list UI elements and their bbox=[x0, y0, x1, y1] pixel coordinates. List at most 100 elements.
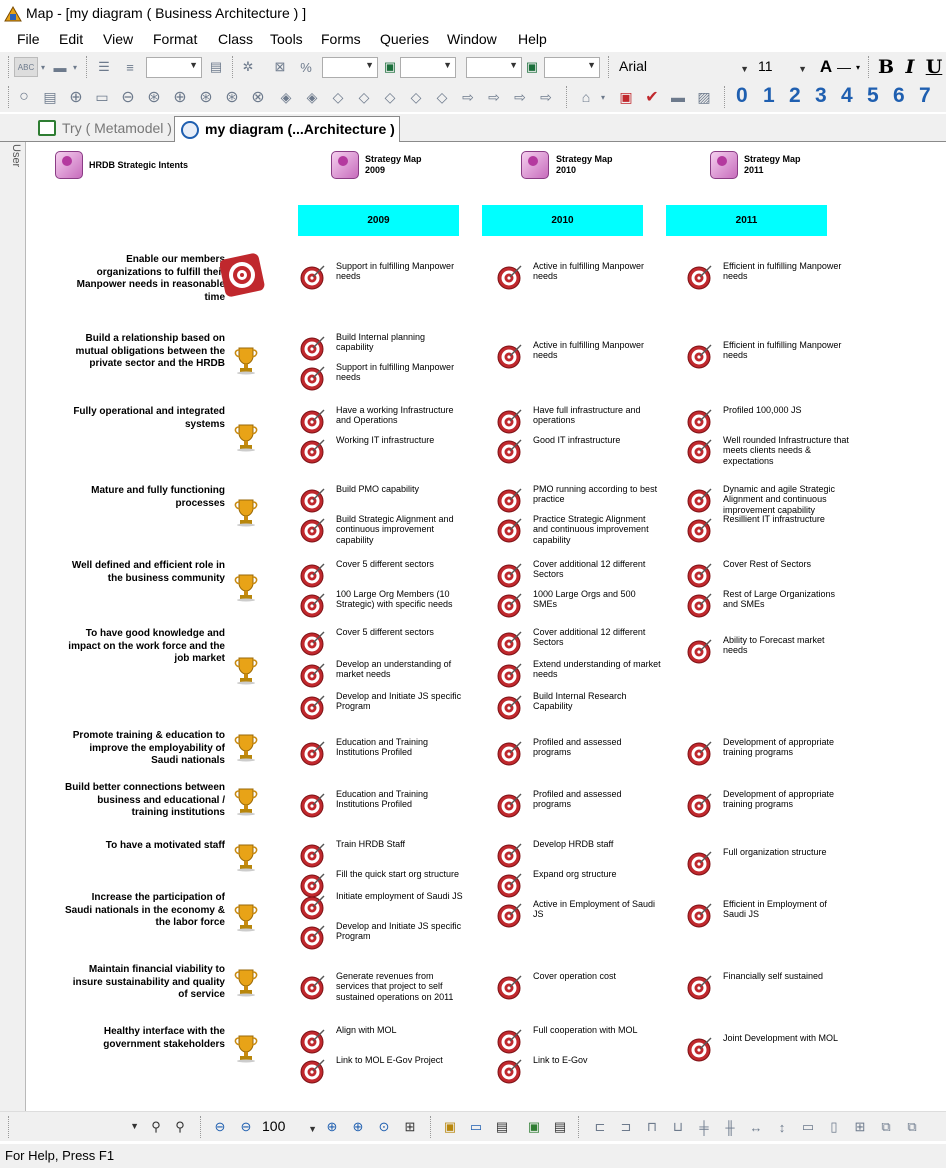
crosshair-icon[interactable]: ⊕ bbox=[66, 87, 86, 107]
target-icon[interactable] bbox=[300, 842, 326, 868]
menu-format[interactable]: Format bbox=[153, 31, 197, 47]
trophy-icon[interactable] bbox=[232, 967, 260, 997]
align-right-icon[interactable]: ⊐ bbox=[616, 1117, 636, 1137]
target-icon[interactable] bbox=[300, 694, 326, 720]
style-combo[interactable]: ▼ bbox=[146, 57, 202, 78]
target-icon[interactable] bbox=[497, 842, 523, 868]
font-color-button[interactable]: A bbox=[816, 57, 836, 77]
target-icon[interactable] bbox=[687, 638, 713, 664]
home-icon[interactable]: ⌂ bbox=[576, 87, 596, 107]
objective-label[interactable]: Profiled 100,000 JS bbox=[723, 405, 851, 415]
menu-tools[interactable]: Tools bbox=[270, 31, 303, 47]
trophy-icon[interactable] bbox=[232, 422, 260, 452]
font-name-combo[interactable]: Arial ▼ bbox=[614, 57, 752, 78]
diamond-icon[interactable]: ◇ bbox=[380, 87, 400, 107]
target-icon[interactable] bbox=[300, 974, 326, 1000]
nodes-icon[interactable]: ⊗ bbox=[248, 87, 268, 107]
picture-icon[interactable]: ▭ bbox=[92, 87, 112, 107]
star-circle-icon[interactable]: ⊛ bbox=[144, 87, 164, 107]
chevron-down-icon[interactable]: ▾ bbox=[70, 57, 80, 77]
target-icon[interactable] bbox=[497, 562, 523, 588]
level-3-button[interactable]: 3 bbox=[815, 84, 827, 108]
user-panel-tab[interactable]: User bbox=[4, 144, 22, 167]
strategy-map-icon[interactable] bbox=[521, 151, 549, 179]
objective-label[interactable]: Rest of Large Organizations and SMEs bbox=[723, 589, 851, 610]
line-width-combo[interactable]: ▼ bbox=[322, 57, 378, 78]
same-height-icon[interactable]: ▯ bbox=[824, 1117, 844, 1137]
objective-label[interactable]: Ability to Forecast market needs bbox=[723, 635, 851, 656]
target-icon[interactable] bbox=[687, 974, 713, 1000]
menu-class[interactable]: Class bbox=[218, 31, 253, 47]
binoculars-icon[interactable]: ⚲ bbox=[146, 1117, 166, 1137]
level-4-button[interactable]: 4 bbox=[841, 84, 853, 108]
target-icon[interactable] bbox=[300, 1058, 326, 1084]
objective-label[interactable]: Have a working Infrastructure and Operat… bbox=[336, 405, 464, 426]
target-icon[interactable] bbox=[687, 408, 713, 434]
target-icon[interactable] bbox=[300, 517, 326, 543]
font-size-combo[interactable]: 11 ▼ bbox=[756, 57, 810, 78]
strategic-intent-label[interactable]: Build a relationship based on mutual obl… bbox=[62, 333, 225, 371]
fill-combo[interactable]: ▼ bbox=[400, 57, 456, 78]
space-vertical-icon[interactable]: ↕ bbox=[772, 1117, 792, 1137]
objective-label[interactable]: Link to MOL E-Gov Project bbox=[336, 1055, 464, 1065]
space-horizontal-icon[interactable]: ↔ bbox=[746, 1117, 766, 1137]
align-left-icon[interactable]: ⊏ bbox=[590, 1117, 610, 1137]
objective-label[interactable]: Efficient in Employment of Saudi JS bbox=[723, 899, 851, 920]
objective-label[interactable]: Build Internal Research Capability bbox=[533, 691, 661, 712]
target-icon[interactable] bbox=[497, 1058, 523, 1084]
target-icon[interactable] bbox=[497, 438, 523, 464]
target-icon[interactable] bbox=[687, 902, 713, 928]
objective-label[interactable]: Development of appropriate training prog… bbox=[723, 789, 851, 810]
target-icon[interactable] bbox=[497, 1028, 523, 1054]
objective-label[interactable]: Active in fulfilling Manpower needs bbox=[533, 340, 661, 361]
target-icon[interactable] bbox=[497, 408, 523, 434]
diamond-icon[interactable]: ◈ bbox=[276, 87, 296, 107]
trophy-icon[interactable] bbox=[232, 1033, 260, 1063]
objective-label[interactable]: Build Strategic Alignment and continuous… bbox=[336, 514, 464, 545]
objective-label[interactable]: Active in Employment of Saudi JS bbox=[533, 899, 661, 920]
trophy-icon[interactable] bbox=[232, 572, 260, 602]
level-1-button[interactable]: 1 bbox=[763, 84, 775, 108]
objective-label[interactable]: Fill the quick start org structure bbox=[336, 869, 464, 879]
trophy-icon[interactable] bbox=[232, 497, 260, 527]
target-icon[interactable] bbox=[497, 694, 523, 720]
strategic-intent-label[interactable]: Mature and fully functioning processes bbox=[62, 485, 225, 510]
zoom-in-icon[interactable]: ⊕ bbox=[348, 1117, 368, 1137]
chevron-down-icon[interactable]: ▾ bbox=[853, 57, 863, 77]
strategy-map-icon[interactable] bbox=[710, 151, 738, 179]
target-icon[interactable] bbox=[497, 662, 523, 688]
objective-label[interactable]: Full cooperation with MOL bbox=[533, 1025, 661, 1035]
objective-label[interactable]: Develop and Initiate JS specific Program bbox=[336, 691, 464, 712]
chevron-down-icon[interactable]: ▾ bbox=[598, 87, 608, 107]
objective-label[interactable]: PMO running according to best practice bbox=[533, 484, 661, 505]
target-icon[interactable] bbox=[300, 487, 326, 513]
line-color-icon[interactable]: ▣ bbox=[522, 57, 542, 77]
lock-icon[interactable]: ▣ bbox=[440, 1117, 460, 1137]
objective-label[interactable]: Profiled and assessed programs bbox=[533, 789, 661, 810]
trophy-icon[interactable] bbox=[232, 732, 260, 762]
check-window-icon[interactable]: ▣ bbox=[524, 1117, 544, 1137]
layout-icon[interactable]: ▤ bbox=[492, 1117, 512, 1137]
target-icon[interactable] bbox=[497, 872, 523, 898]
trophy-icon[interactable] bbox=[232, 842, 260, 872]
binoculars-icon[interactable]: ⚲ bbox=[170, 1117, 190, 1137]
minus-circle-icon[interactable]: ⊖ bbox=[118, 87, 138, 107]
gear-circle-icon[interactable]: ⊛ bbox=[196, 87, 216, 107]
objective-label[interactable]: Cover 5 different sectors bbox=[336, 559, 464, 569]
menu-edit[interactable]: Edit bbox=[59, 31, 83, 47]
objective-label[interactable]: Develop HRDB staff bbox=[533, 839, 661, 849]
year-header-2010[interactable]: 2010 bbox=[482, 205, 643, 236]
objective-label[interactable]: Align with MOL bbox=[336, 1025, 464, 1035]
target-icon[interactable] bbox=[300, 408, 326, 434]
line-color-combo[interactable]: ▼ bbox=[544, 57, 600, 78]
settings-icon[interactable]: ✲ bbox=[238, 57, 258, 77]
tab-my-diagram[interactable]: my diagram (...Architecture ) bbox=[174, 116, 400, 142]
zoom-out-icon[interactable]: ⊖ bbox=[236, 1117, 256, 1137]
objective-label[interactable]: Link to E-Gov bbox=[533, 1055, 661, 1065]
format-icon[interactable]: ▤ bbox=[206, 57, 226, 77]
target-icon[interactable] bbox=[497, 343, 523, 369]
menu-queries[interactable]: Queries bbox=[380, 31, 429, 47]
strategy-map-icon[interactable] bbox=[331, 151, 359, 179]
target-icon[interactable] bbox=[300, 630, 326, 656]
arrow-box-icon[interactable]: ⇨ bbox=[536, 87, 556, 107]
